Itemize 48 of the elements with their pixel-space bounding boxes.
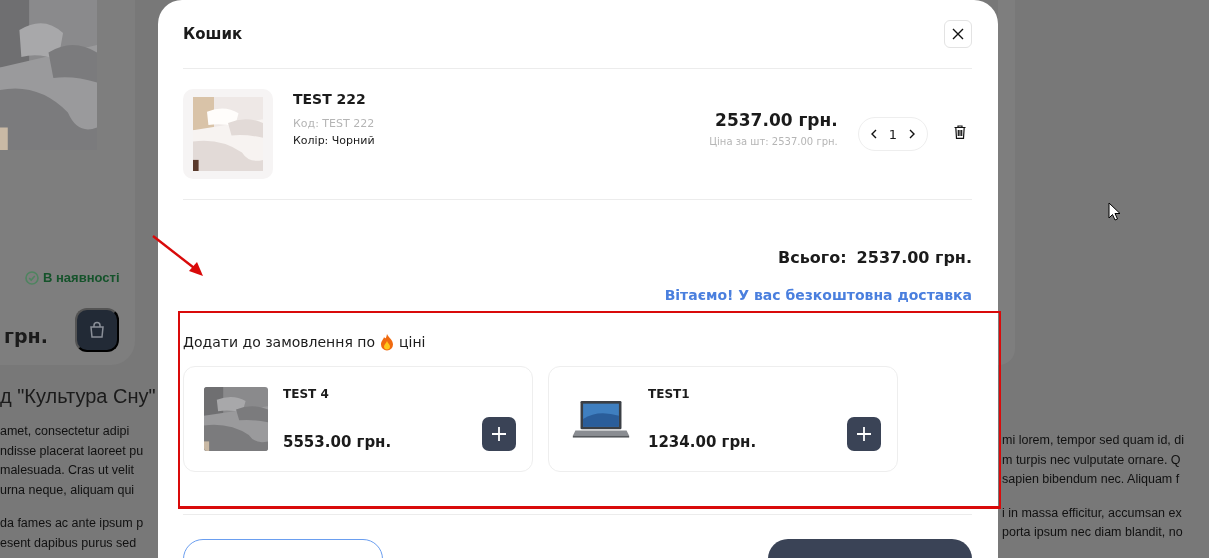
quantity-value: 1 <box>888 126 897 142</box>
flame-icon <box>380 333 395 351</box>
upsell-heading: ціні <box>399 334 426 350</box>
section-heading: д "Культура Сну" <box>0 385 157 408</box>
close-button[interactable] <box>944 20 972 48</box>
chevron-right-icon <box>909 129 915 139</box>
product-price: грн. <box>3 325 48 347</box>
product-name: TEST1 <box>648 387 691 401</box>
decrease-button[interactable] <box>870 129 877 139</box>
add-to-cart-button[interactable] <box>75 308 119 352</box>
item-price: 2537.00 грн. <box>715 110 838 130</box>
arrow-drawing <box>152 235 204 277</box>
plus-icon <box>856 426 872 442</box>
total-label: Всього: <box>778 248 847 267</box>
product-price: 1234.00 грн. <box>648 433 757 451</box>
add-button[interactable] <box>847 417 881 451</box>
body-text-line: porta ipsum nec diam blandit, no <box>1002 524 1184 541</box>
plus-icon <box>491 426 507 442</box>
body-text-line: sapien bibendum nec. Aliquam f <box>1002 471 1181 488</box>
body-text-line: i in massa efficitur, accumsan ex <box>1002 504 1183 522</box>
body-text-line: malesuada. Cras ut velit <box>0 462 136 479</box>
product-color: Колір: Чорний <box>293 134 376 147</box>
body-text-line: amet, consectetur adipi <box>0 423 131 440</box>
product-price: 5553.00 грн. <box>283 433 392 451</box>
product-code: Код: TEST 222 <box>293 117 376 130</box>
check-circle-icon <box>25 270 39 285</box>
upsell-heading: Додати до замовлення по <box>183 334 376 350</box>
product-name: TEST 4 <box>283 387 330 401</box>
body-text-line: da fames ac ante ipsum p <box>0 515 145 532</box>
delete-button[interactable] <box>954 125 966 139</box>
free-delivery-note: Вітаємо! У вас безкоштовна доставка <box>664 287 972 303</box>
chevron-left-icon <box>870 129 877 139</box>
stock-status: В наявності <box>43 270 120 285</box>
dialog-title: Кошик <box>183 25 243 43</box>
unit-price: Ціна за шт: 2537.00 грн. <box>709 136 838 147</box>
increase-button[interactable] <box>909 129 915 139</box>
body-text-line: m turpis nec vulputate ornare. Q <box>1002 451 1182 469</box>
shopping-bag-icon <box>88 321 106 339</box>
add-button[interactable] <box>482 417 516 451</box>
body-text-line: urna neque, aliquam qui <box>0 481 136 499</box>
close-icon <box>952 28 964 40</box>
body-text-line: mi lorem, tempor sed quam id, di <box>1002 432 1185 449</box>
total-amount: 2537.00 грн. <box>856 248 972 267</box>
body-text-line: ndisse placerat laoreet pu <box>0 442 145 460</box>
cursor-icon <box>1108 202 1121 221</box>
trash-icon <box>954 125 966 139</box>
body-text-line: esent dapibus purus sed <box>0 534 138 552</box>
product-name: TEST 222 <box>293 91 367 107</box>
